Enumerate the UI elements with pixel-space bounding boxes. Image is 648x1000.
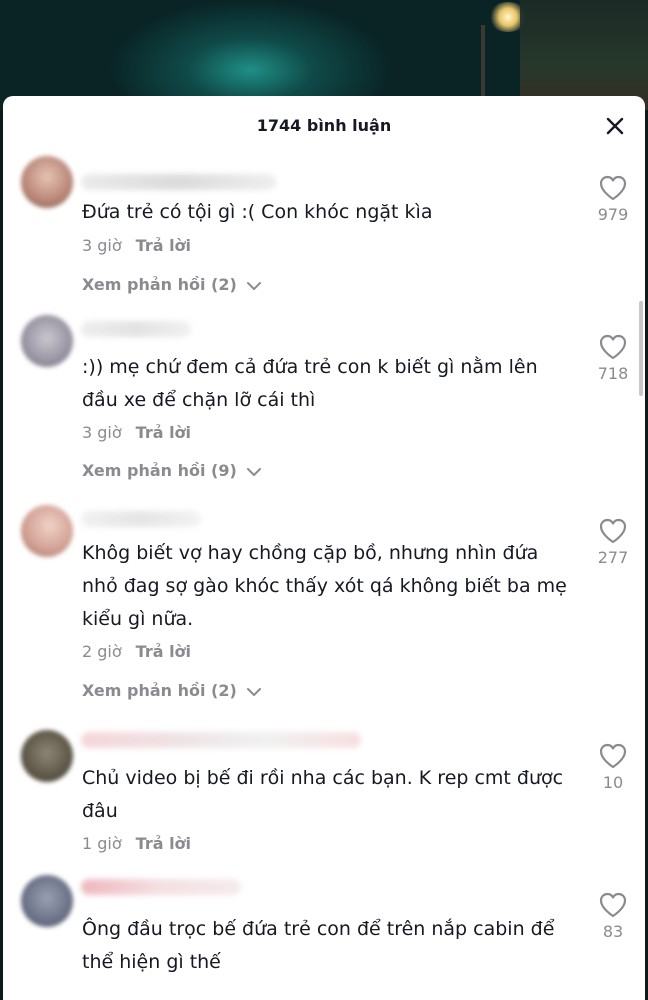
comment-time: 2 giờ — [82, 642, 122, 661]
reply-button[interactable]: Trả lời — [136, 236, 191, 255]
comment-item: Ông đầu trọc bế đứa trẻ con để trên nắp … — [3, 871, 645, 1000]
like-count: 979 — [597, 205, 629, 224]
comments-header: 1744 bình luận — [3, 96, 645, 156]
reply-button[interactable]: Trả lời — [136, 642, 191, 661]
avatar[interactable] — [21, 730, 73, 782]
username-blurred[interactable] — [81, 174, 276, 190]
comment-text: Chủ video bị bế đi rồi nha các bạn. K re… — [82, 767, 564, 822]
heart-outline-icon[interactable] — [598, 742, 628, 770]
comment-item: :)) mẹ chứ đem cả đứa trẻ con k biết gì … — [3, 311, 645, 491]
like-control: 277 — [593, 517, 633, 567]
username-blurred[interactable] — [81, 321, 191, 337]
like-count: 718 — [597, 364, 629, 383]
comment-time: 3 giờ — [82, 423, 122, 442]
heart-outline-icon[interactable] — [598, 333, 628, 361]
view-replies-label: Xem phản hồi (2) — [82, 681, 237, 700]
view-replies-button[interactable]: Xem phản hồi (9) — [82, 461, 262, 480]
chevron-down-icon — [247, 467, 262, 476]
heart-outline-icon[interactable] — [598, 891, 628, 919]
comment-item: Đứa trẻ có tội gì :( Con khóc ngặt kìa 3… — [3, 156, 645, 306]
comment-item: Khôg biết vợ hay chồng cặp bồ, nhưng nhì… — [3, 501, 645, 711]
like-count: 10 — [602, 773, 624, 792]
like-control: 979 — [593, 174, 633, 224]
heart-outline-icon[interactable] — [598, 174, 628, 202]
comment-meta: 2 giờ Trả lời — [82, 642, 191, 661]
comment-meta: 1 giờ Trả lời — [82, 834, 191, 853]
comment-count-title: 1744 bình luận — [256, 116, 392, 135]
heart-outline-icon[interactable] — [598, 517, 628, 545]
chevron-down-icon — [247, 687, 262, 696]
view-replies-button[interactable]: Xem phản hồi (2) — [82, 681, 262, 700]
comment-time: 3 giờ — [82, 236, 122, 255]
comment-text: Đứa trẻ có tội gì :( Con khóc ngặt kìa — [82, 201, 433, 223]
comment-text: Ông đầu trọc bế đứa trẻ con để trên nắp … — [82, 918, 555, 973]
close-button[interactable] — [603, 114, 627, 138]
reply-button[interactable]: Trả lời — [136, 423, 191, 442]
like-control: 10 — [593, 742, 633, 792]
avatar[interactable] — [21, 315, 73, 367]
comment-meta: 3 giờ Trả lời — [82, 236, 191, 255]
view-replies-label: Xem phản hồi (9) — [82, 461, 237, 480]
view-replies-label: Xem phản hồi (2) — [82, 275, 237, 294]
comment-text: Khôg biết vợ hay chồng cặp bồ, nhưng nhì… — [82, 542, 567, 630]
comment-text: :)) mẹ chứ đem cả đứa trẻ con k biết gì … — [82, 356, 538, 411]
like-count: 83 — [602, 922, 624, 941]
comments-sheet: 1744 bình luận Đứa trẻ có tội gì :( Con … — [3, 96, 645, 1000]
username-blurred[interactable] — [81, 511, 201, 527]
close-icon — [606, 117, 624, 135]
reply-button[interactable]: Trả lời — [136, 834, 191, 853]
avatar[interactable] — [21, 875, 73, 927]
comment-time: 1 giờ — [82, 834, 122, 853]
chevron-down-icon — [247, 281, 262, 290]
username-blurred[interactable] — [81, 879, 241, 895]
username-blurred[interactable] — [81, 732, 361, 748]
comment-item: Chủ video bị bế đi rồi nha các bạn. K re… — [3, 726, 645, 866]
like-control: 718 — [593, 333, 633, 383]
view-replies-button[interactable]: Xem phản hồi (2) — [82, 275, 262, 294]
avatar[interactable] — [21, 156, 73, 208]
comment-meta: 3 giờ Trả lời — [82, 423, 191, 442]
avatar[interactable] — [21, 505, 73, 557]
background-trees — [520, 0, 648, 110]
like-count: 277 — [597, 548, 629, 567]
video-background — [0, 0, 648, 110]
like-control: 83 — [593, 891, 633, 941]
